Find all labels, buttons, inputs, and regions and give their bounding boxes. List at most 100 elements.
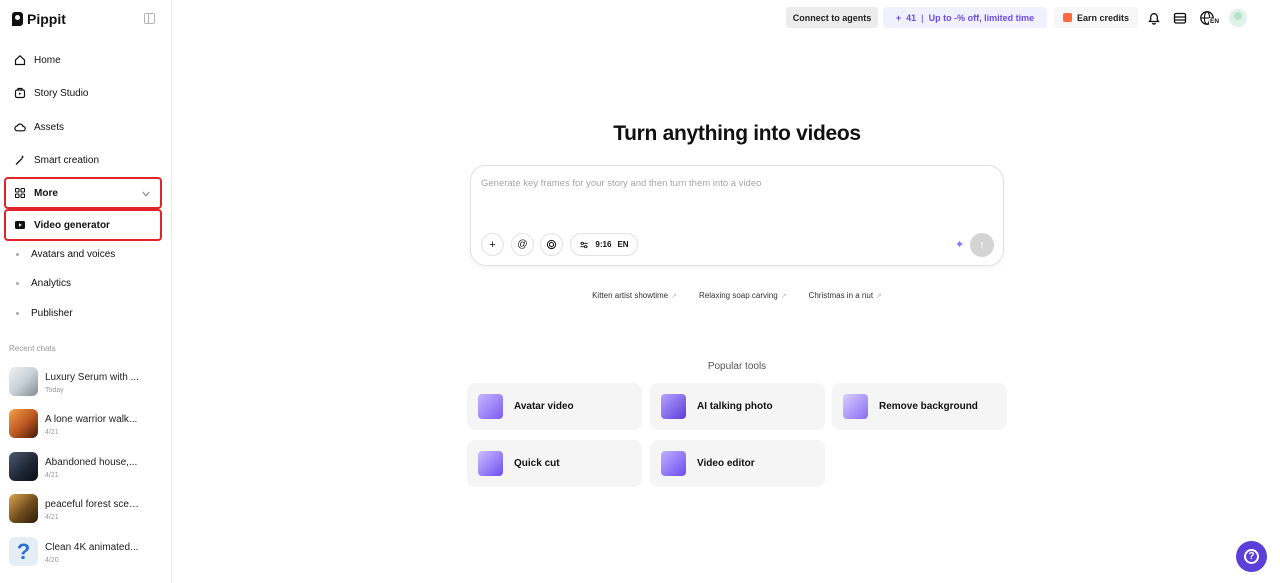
page-title: Turn anything into videos [613, 122, 861, 145]
sidebar-item-home[interactable]: Home [6, 46, 160, 74]
sidebar-subitem-analytics[interactable]: Analytics [16, 273, 71, 293]
language-selector[interactable]: EN [1199, 10, 1221, 26]
talking-photo-icon [661, 394, 686, 419]
bullet-icon [16, 311, 19, 315]
sidebar-item-label: Smart creation [34, 154, 100, 166]
chat-date: Today [45, 387, 64, 394]
suggestion-chip[interactable]: Christmas in a nut ↗ [809, 291, 882, 300]
video-editor-icon [661, 451, 686, 476]
tool-label: AI talking photo [697, 401, 773, 412]
recent-chat-item[interactable]: A lone warrior walk... 4/21 [9, 409, 169, 441]
pippit-logo-icon [12, 12, 23, 26]
at-icon: @ [517, 239, 528, 250]
recent-chat-item[interactable]: ? Clean 4K animated... 4/20 [9, 537, 169, 569]
popular-tools-heading: Popular tools [707, 361, 767, 372]
promo-text: Up to -% off, limited time [928, 12, 1035, 23]
suggestion-chip[interactable]: Relaxing soap carving ↗ [699, 291, 787, 300]
sidebar-collapse-icon[interactable] [144, 13, 155, 24]
sidebar-subitem-label: Avatars and voices [31, 248, 116, 260]
cloud-icon [14, 123, 26, 132]
sidebar-item-label: More [34, 187, 58, 199]
suggestion-label: Relaxing soap carving [698, 291, 778, 300]
tool-video-editor[interactable]: Video editor [650, 440, 825, 487]
bullet-icon [16, 281, 19, 285]
remove-background-icon [843, 394, 868, 419]
story-icon [14, 87, 26, 99]
chat-date: 4/21 [45, 514, 59, 521]
chevron-down-icon [142, 191, 150, 197]
aspect-ratio: 9:16 [595, 240, 612, 249]
sidebar-item-smart-creation[interactable]: Smart creation [6, 146, 160, 174]
question-icon: ? [1244, 549, 1259, 564]
bell-icon[interactable] [1146, 10, 1162, 26]
recent-chats-label: Recent chats [9, 344, 56, 353]
recent-chat-item[interactable]: peaceful forest scene 4/21 [9, 494, 169, 526]
arrow-up-right-icon: ↗ [780, 292, 787, 300]
sliders-icon [580, 241, 589, 248]
tool-label: Remove background [879, 401, 978, 412]
credits-plus: + [895, 12, 902, 23]
sidebar-subitem-label: Analytics [31, 277, 72, 289]
gift-icon [1062, 13, 1072, 22]
chat-title: Abandoned house,... [45, 457, 138, 468]
tool-remove-background[interactable]: Remove background [832, 383, 1007, 430]
sidebar-subitem-avatars-and-voices[interactable]: Avatars and voices [16, 244, 115, 264]
app-logo[interactable]: Pippit [12, 11, 66, 27]
tool-label: Avatar video [514, 401, 574, 412]
tool-label: Quick cut [514, 458, 560, 469]
chat-thumbnail [9, 452, 38, 481]
arrow-up-right-icon: ↗ [876, 292, 882, 300]
chat-date: 4/21 [45, 472, 59, 479]
grid-icon [14, 187, 26, 199]
help-button[interactable]: ? [1236, 541, 1267, 572]
chat-title: peaceful forest scene [45, 499, 140, 510]
chat-thumbnail [9, 494, 38, 523]
prompt-box: + @ 9:16 EN ✦ ↑ [470, 165, 1004, 266]
chat-title: Clean 4K animated... [45, 542, 139, 553]
suggestion-list: Kitten artist showtime ↗ Relaxing soap c… [470, 291, 1004, 300]
user-avatar[interactable] [1229, 9, 1247, 27]
sidebar-item-label: Story Studio [34, 87, 89, 99]
inbox-icon[interactable] [1172, 10, 1188, 26]
recent-chat-item[interactable]: Luxury Serum with ... Today [9, 367, 169, 399]
suggestion-label: Kitten artist showtime [592, 291, 669, 300]
video-generator-icon [15, 221, 25, 229]
model-select-button[interactable] [540, 233, 563, 256]
credits-count: 41 [906, 12, 917, 23]
home-icon [14, 54, 26, 66]
suggestion-label: Christmas in a nut [808, 291, 874, 300]
quick-cut-icon [478, 451, 503, 476]
chat-thumbnail [9, 409, 38, 438]
earn-credits-button[interactable]: Earn credits [1054, 7, 1138, 28]
tool-avatar-video[interactable]: Avatar video [467, 383, 642, 430]
video-settings-button[interactable]: 9:16 EN [570, 233, 638, 256]
chat-title: Luxury Serum with ... [45, 372, 139, 383]
sidebar-item-label: Video generator [34, 219, 110, 231]
sidebar: Pippit Home Story Studio Assets Smart cr… [0, 0, 172, 583]
tool-quick-cut[interactable]: Quick cut [467, 440, 642, 487]
suggestion-chip[interactable]: Kitten artist showtime ↗ [592, 291, 677, 300]
sparkle-icon[interactable]: ✦ [955, 238, 964, 251]
sidebar-item-more[interactable]: More [4, 177, 162, 209]
mention-button[interactable]: @ [511, 233, 534, 256]
sidebar-item-story-studio[interactable]: Story Studio [6, 79, 160, 107]
chat-thumbnail [9, 367, 38, 396]
add-attachment-button[interactable]: + [481, 233, 504, 256]
credits-promo-button[interactable]: + 41 | Up to -% off, limited time [883, 7, 1047, 28]
promo-separator: | [921, 12, 924, 23]
sidebar-item-label: Assets [34, 121, 65, 133]
prompt-input[interactable] [481, 178, 981, 189]
send-button[interactable]: ↑ [970, 233, 994, 257]
sidebar-subitem-label: Publisher [31, 307, 73, 319]
sidebar-subitem-publisher[interactable]: Publisher [16, 303, 73, 323]
cube-icon [546, 239, 557, 250]
sidebar-item-video-generator[interactable]: Video generator [4, 209, 162, 241]
app-name: Pippit [27, 11, 66, 27]
arrow-up-icon: ↑ [979, 239, 985, 251]
recent-chat-item[interactable]: Abandoned house,... 4/21 [9, 452, 169, 484]
tool-ai-talking-photo[interactable]: AI talking photo [650, 383, 825, 430]
chat-title: A lone warrior walk... [45, 414, 138, 425]
sidebar-item-assets[interactable]: Assets [6, 113, 160, 141]
connect-to-agents-button[interactable]: Connect to agents [786, 7, 878, 28]
magic-wand-icon [15, 155, 25, 165]
